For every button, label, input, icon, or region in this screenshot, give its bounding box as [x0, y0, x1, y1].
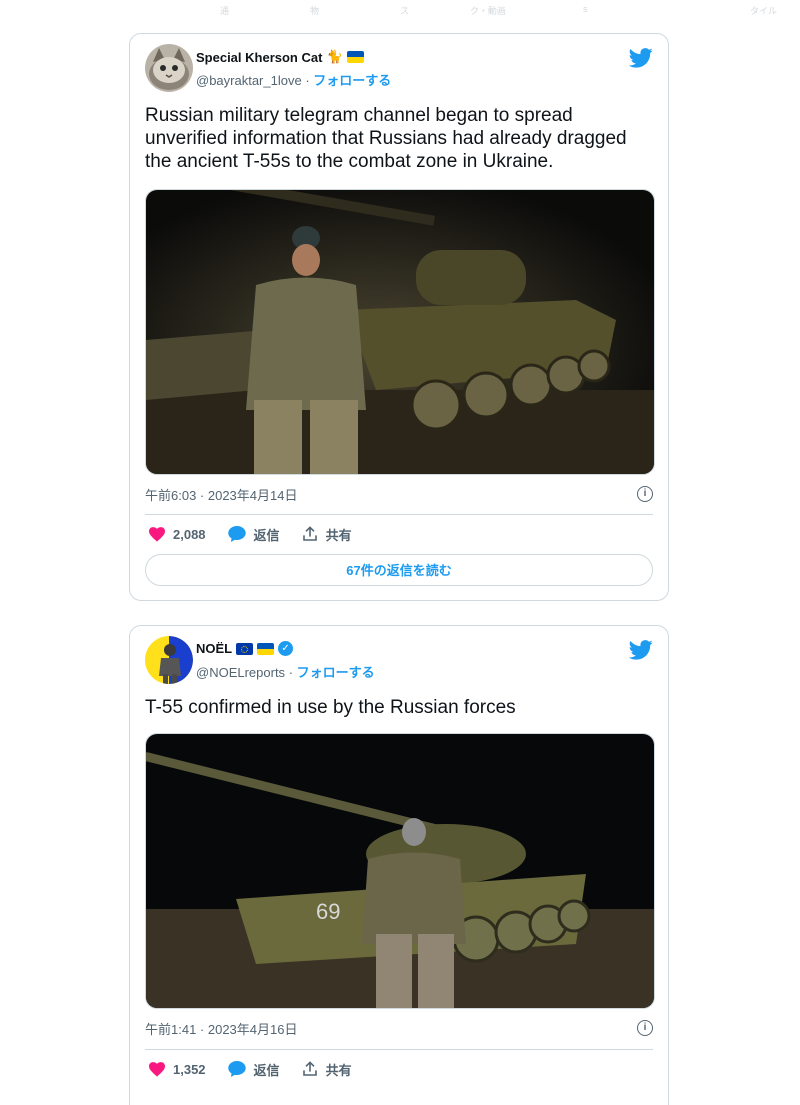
top-nav-item[interactable]: s [583, 4, 588, 14]
follow-button[interactable]: フォローする [297, 665, 375, 680]
display-name[interactable]: NOËL [196, 641, 232, 656]
reply-button[interactable]: 返信 [227, 1060, 280, 1079]
top-nav-item[interactable]: ク・動画 [470, 4, 506, 17]
share-icon [302, 1061, 317, 1076]
eu-flag-icon [236, 642, 254, 655]
top-nav-item[interactable]: 物 [310, 4, 319, 17]
separator-dot: · [305, 73, 310, 88]
like-button[interactable]: 2,088 [149, 527, 206, 542]
verified-badge-icon: ✓ [278, 641, 294, 656]
handle-row: @NOELreports · フォローする [196, 662, 375, 681]
handle-row: @bayraktar_1love · フォローする [196, 70, 391, 89]
follow-button[interactable]: フォローする [313, 73, 391, 88]
twitter-bird-icon[interactable] [629, 640, 653, 660]
tweet-card-2[interactable]: NOËL ✓ @NOELreports · フォローする T-55 confir… [129, 625, 669, 1105]
read-replies-button[interactable]: 67件の返信を読む [145, 554, 653, 586]
separator-dot: · [288, 665, 294, 680]
heart-icon [149, 526, 165, 542]
heart-icon [149, 1061, 165, 1077]
tweet-text: T-55 confirmed in use by the Russian for… [145, 696, 653, 719]
user-handle[interactable]: @NOELreports [196, 665, 285, 680]
like-button[interactable]: 1,352 [149, 1062, 206, 1077]
reply-label: 返信 [253, 527, 280, 543]
tweet-timestamp[interactable]: 午前6:03 · 2023年4月14日 [145, 485, 297, 504]
info-icon[interactable]: i [637, 1020, 653, 1036]
divider [145, 1049, 653, 1050]
share-button[interactable]: 共有 [302, 525, 352, 544]
tweet-text-line: T-55 confirmed in use by the Russian for… [145, 697, 516, 718]
top-nav-faint: 通 物 ス ク・動画 s タイル [0, 0, 800, 20]
reply-bubble-icon [227, 526, 246, 542]
share-label: 共有 [325, 527, 352, 543]
tweet-photo-t55-tank[interactable]: 69 [145, 733, 655, 1009]
top-nav-item[interactable]: 通 [220, 4, 229, 17]
reply-label: 返信 [253, 1062, 280, 1078]
reply-bubble-icon [227, 1061, 246, 1077]
ukraine-flag-icon [257, 642, 275, 655]
top-nav-item[interactable]: タイル [750, 4, 777, 17]
tweet-text: Russian military telegram channel began … [145, 104, 653, 173]
tweet-timestamp[interactable]: 午前1:41 · 2023年4月16日 [145, 1019, 297, 1038]
reply-button[interactable]: 返信 [227, 525, 280, 544]
author-name-row: Special Kherson Cat 🐈 [196, 49, 364, 65]
user-handle[interactable]: @bayraktar_1love [196, 73, 302, 88]
share-button[interactable]: 共有 [302, 1060, 352, 1079]
ukraine-flag-icon [346, 51, 364, 63]
twitter-bird-icon[interactable] [629, 48, 653, 68]
action-bar: 2,088 返信 共有 [149, 524, 374, 544]
divider [145, 514, 653, 515]
share-icon [302, 526, 317, 541]
author-name-row: NOËL ✓ [196, 641, 294, 656]
tweet-text-line: the ancient T-55s to the combat zone in … [145, 151, 554, 172]
cat-emoji-icon: 🐈 [326, 49, 343, 64]
share-label: 共有 [325, 1062, 352, 1078]
top-nav-item[interactable]: ス [400, 4, 409, 17]
svg-text:69: 69 [316, 899, 340, 924]
like-count: 1,352 [173, 1061, 206, 1077]
tweet-photo-soldier-tank[interactable] [145, 189, 655, 475]
info-icon[interactable]: i [637, 486, 653, 502]
display-name[interactable]: Special Kherson Cat [196, 50, 322, 65]
tweet-text-line: Russian military telegram channel began … [145, 105, 573, 126]
tweet-text-line: unverified information that Russians had… [145, 128, 627, 149]
like-count: 2,088 [173, 526, 206, 542]
avatar-cat[interactable] [145, 44, 193, 92]
avatar-noel[interactable] [145, 636, 193, 684]
action-bar: 1,352 返信 共有 [149, 1059, 374, 1079]
tweet-card-1[interactable]: Special Kherson Cat 🐈 @bayraktar_1love ·… [129, 33, 669, 601]
